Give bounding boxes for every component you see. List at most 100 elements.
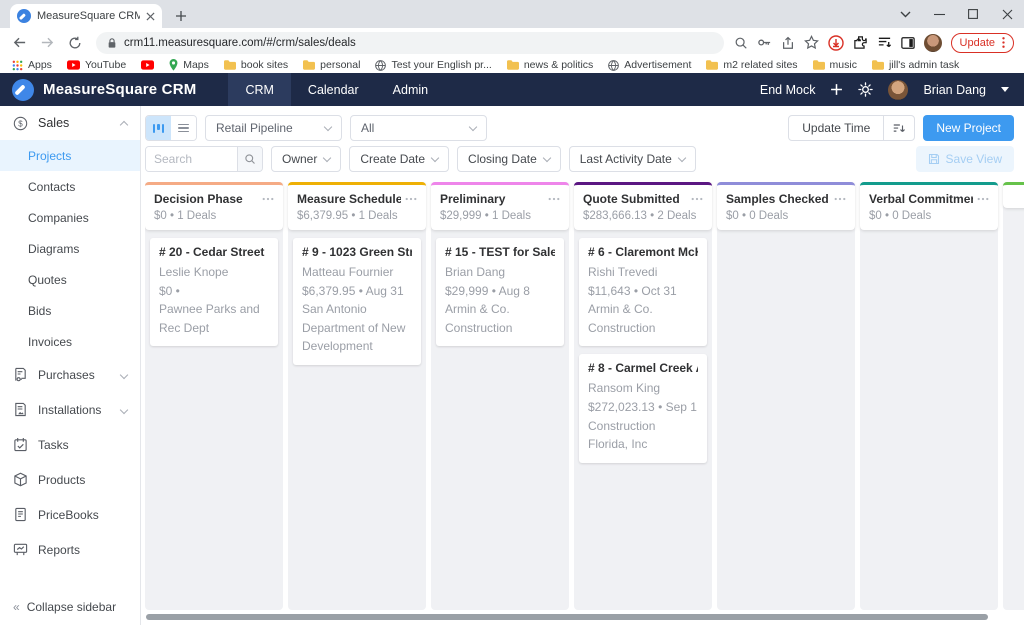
user-avatar[interactable] (888, 80, 908, 100)
sidebar-item-bids[interactable]: Bids (0, 295, 140, 326)
collapse-sidebar-button[interactable]: « Collapse sidebar (0, 589, 140, 625)
url-text: crm11.measuresquare.com/#/crm/sales/deal… (124, 37, 356, 49)
lock-icon (107, 37, 117, 49)
new-tab-button[interactable] (168, 4, 194, 28)
maps-pin-icon (169, 59, 178, 71)
search-submit-button[interactable] (237, 147, 262, 171)
column-menu-button[interactable] (834, 197, 846, 201)
search-icon[interactable] (734, 36, 748, 50)
sidebar-item-pricebooks[interactable]: PriceBooks (0, 497, 140, 532)
bookmark-item[interactable]: book sites (224, 59, 288, 71)
sort-button[interactable] (884, 122, 914, 135)
sidebar-item-tasks[interactable]: Tasks (0, 427, 140, 462)
sidebar-item-reports[interactable]: Reports (0, 532, 140, 567)
sidebar-item-quotes[interactable]: Quotes (0, 264, 140, 295)
side-panel-icon[interactable] (901, 36, 915, 50)
add-icon[interactable] (830, 83, 843, 96)
share-icon[interactable] (781, 36, 795, 50)
filter-button-last-activity-date[interactable]: Last Activity Date (569, 146, 696, 172)
pipeline-select[interactable]: Retail Pipeline (205, 115, 342, 141)
chevron-down-icon (431, 154, 439, 162)
deal-company: Armin & Co. Construction (588, 300, 698, 337)
app-nav-item-crm[interactable]: CRM (228, 73, 290, 106)
app-nav-item-calendar[interactable]: Calendar (291, 73, 376, 106)
reading-list-icon[interactable] (877, 35, 892, 50)
forward-button[interactable] (36, 32, 58, 54)
board-horizontal-scrollbar[interactable] (146, 613, 1014, 621)
update-time-button[interactable]: Update Time (789, 121, 883, 135)
scope-select[interactable]: All (350, 115, 487, 141)
browser-tab[interactable]: MeasureSquare CRM (10, 4, 162, 28)
kanban-column: Quote Submitted$283,666.13 • 2 Deals# 6 … (574, 182, 712, 610)
sidebar-item-contacts[interactable]: Contacts (0, 171, 140, 202)
sidebar-item-diagrams[interactable]: Diagrams (0, 233, 140, 264)
bookmark-item[interactable]: Apps (12, 59, 52, 71)
refresh-button[interactable] (64, 32, 86, 54)
kanban-column: Decision Phase$0 • 1 Deals# 20 - Cedar S… (145, 182, 283, 610)
column-menu-button[interactable] (548, 197, 560, 201)
save-view-button[interactable]: Save View (916, 146, 1014, 172)
column-menu-button[interactable] (262, 197, 274, 201)
search-input[interactable] (146, 147, 237, 171)
bookmark-star-icon[interactable] (804, 35, 819, 50)
column-menu-button[interactable] (691, 197, 703, 201)
kanban-view-toggle[interactable] (146, 116, 171, 140)
deal-card[interactable]: # 6 - Claremont McKen...Rishi Trevedi$11… (579, 238, 707, 346)
user-name[interactable]: Brian Dang (923, 83, 986, 97)
app-nav-item-admin[interactable]: Admin (376, 73, 445, 106)
bookmark-item[interactable]: jill's admin task (872, 59, 959, 71)
bookmark-label: book sites (241, 59, 288, 71)
purchases-icon (13, 367, 28, 382)
sidebar-item-label: Products (38, 473, 85, 487)
bookmark-item[interactable]: Test your English pr... (375, 59, 491, 71)
sidebar-section-sales[interactable]: $ Sales (0, 106, 140, 140)
filter-button-closing-date[interactable]: Closing Date (457, 146, 561, 172)
deal-card[interactable]: # 15 - TEST for Sales - R...Brian Dang$2… (436, 238, 564, 346)
filter-button-create-date[interactable]: Create Date (349, 146, 449, 172)
bookmark-item[interactable]: news & politics (507, 59, 593, 71)
column-menu-button[interactable] (405, 197, 417, 201)
sidebar-item-invoices[interactable]: Invoices (0, 326, 140, 357)
back-button[interactable] (8, 32, 30, 54)
list-view-toggle[interactable] (171, 116, 196, 140)
user-menu-caret-icon[interactable] (1001, 87, 1009, 92)
window-close-button[interactable] (990, 0, 1024, 28)
chrome-update-button[interactable]: Update (951, 33, 1014, 53)
bookmark-item[interactable]: personal (303, 59, 360, 71)
bookmark-item[interactable] (141, 60, 154, 70)
settings-gear-icon[interactable] (858, 82, 873, 97)
chrome-menu-chevron-icon[interactable] (888, 0, 922, 28)
bookmark-item[interactable]: Advertisement (608, 59, 691, 71)
column-menu-button[interactable] (977, 197, 989, 201)
bookmark-item[interactable]: YouTube (67, 59, 126, 71)
address-bar[interactable]: crm11.measuresquare.com/#/crm/sales/deal… (96, 32, 724, 54)
bookmark-item[interactable]: m2 related sites (706, 59, 797, 71)
sidebar-item-projects[interactable]: Projects (0, 140, 140, 171)
bookmark-item[interactable]: music (813, 59, 857, 71)
bookmark-item[interactable]: Maps (169, 59, 209, 71)
end-mock-button[interactable]: End Mock (760, 83, 816, 97)
window-maximize-button[interactable] (956, 0, 990, 28)
sidebar-item-purchases[interactable]: Purchases (0, 357, 140, 392)
browser-profile-avatar[interactable] (924, 34, 942, 52)
sidebar-item-companies[interactable]: Companies (0, 202, 140, 233)
download-update-icon[interactable] (828, 35, 844, 51)
window-minimize-button[interactable] (922, 0, 956, 28)
sidebar-item-products[interactable]: Products (0, 462, 140, 497)
tab-close-icon[interactable] (146, 12, 155, 21)
new-project-button[interactable]: New Project (923, 115, 1014, 141)
bookmark-label: Maps (183, 59, 209, 71)
sidebar-item-installations[interactable]: Installations (0, 392, 140, 427)
deal-card[interactable]: # 20 - Cedar StreetLeslie Knope$0 •Pawne… (150, 238, 278, 346)
sidebar: $ Sales ProjectsContactsCompaniesDiagram… (0, 106, 141, 625)
password-key-icon[interactable] (757, 35, 772, 50)
pricebooks-icon (13, 507, 28, 522)
filter-button-owner[interactable]: Owner (271, 146, 341, 172)
kanban-column: Measure Scheduled$6,379.95 • 1 Deals# 9 … (288, 182, 426, 610)
scrollbar-thumb[interactable] (146, 614, 988, 620)
extensions-puzzle-icon[interactable] (853, 35, 868, 50)
deal-card[interactable]: # 8 - Carmel Creek Apar...Ransom King$27… (579, 354, 707, 462)
sidebar-item-label: Reports (38, 543, 80, 557)
bookmark-label: YouTube (85, 59, 126, 71)
deal-card[interactable]: # 9 - 1023 Green StreetMatteau Fournier$… (293, 238, 421, 365)
